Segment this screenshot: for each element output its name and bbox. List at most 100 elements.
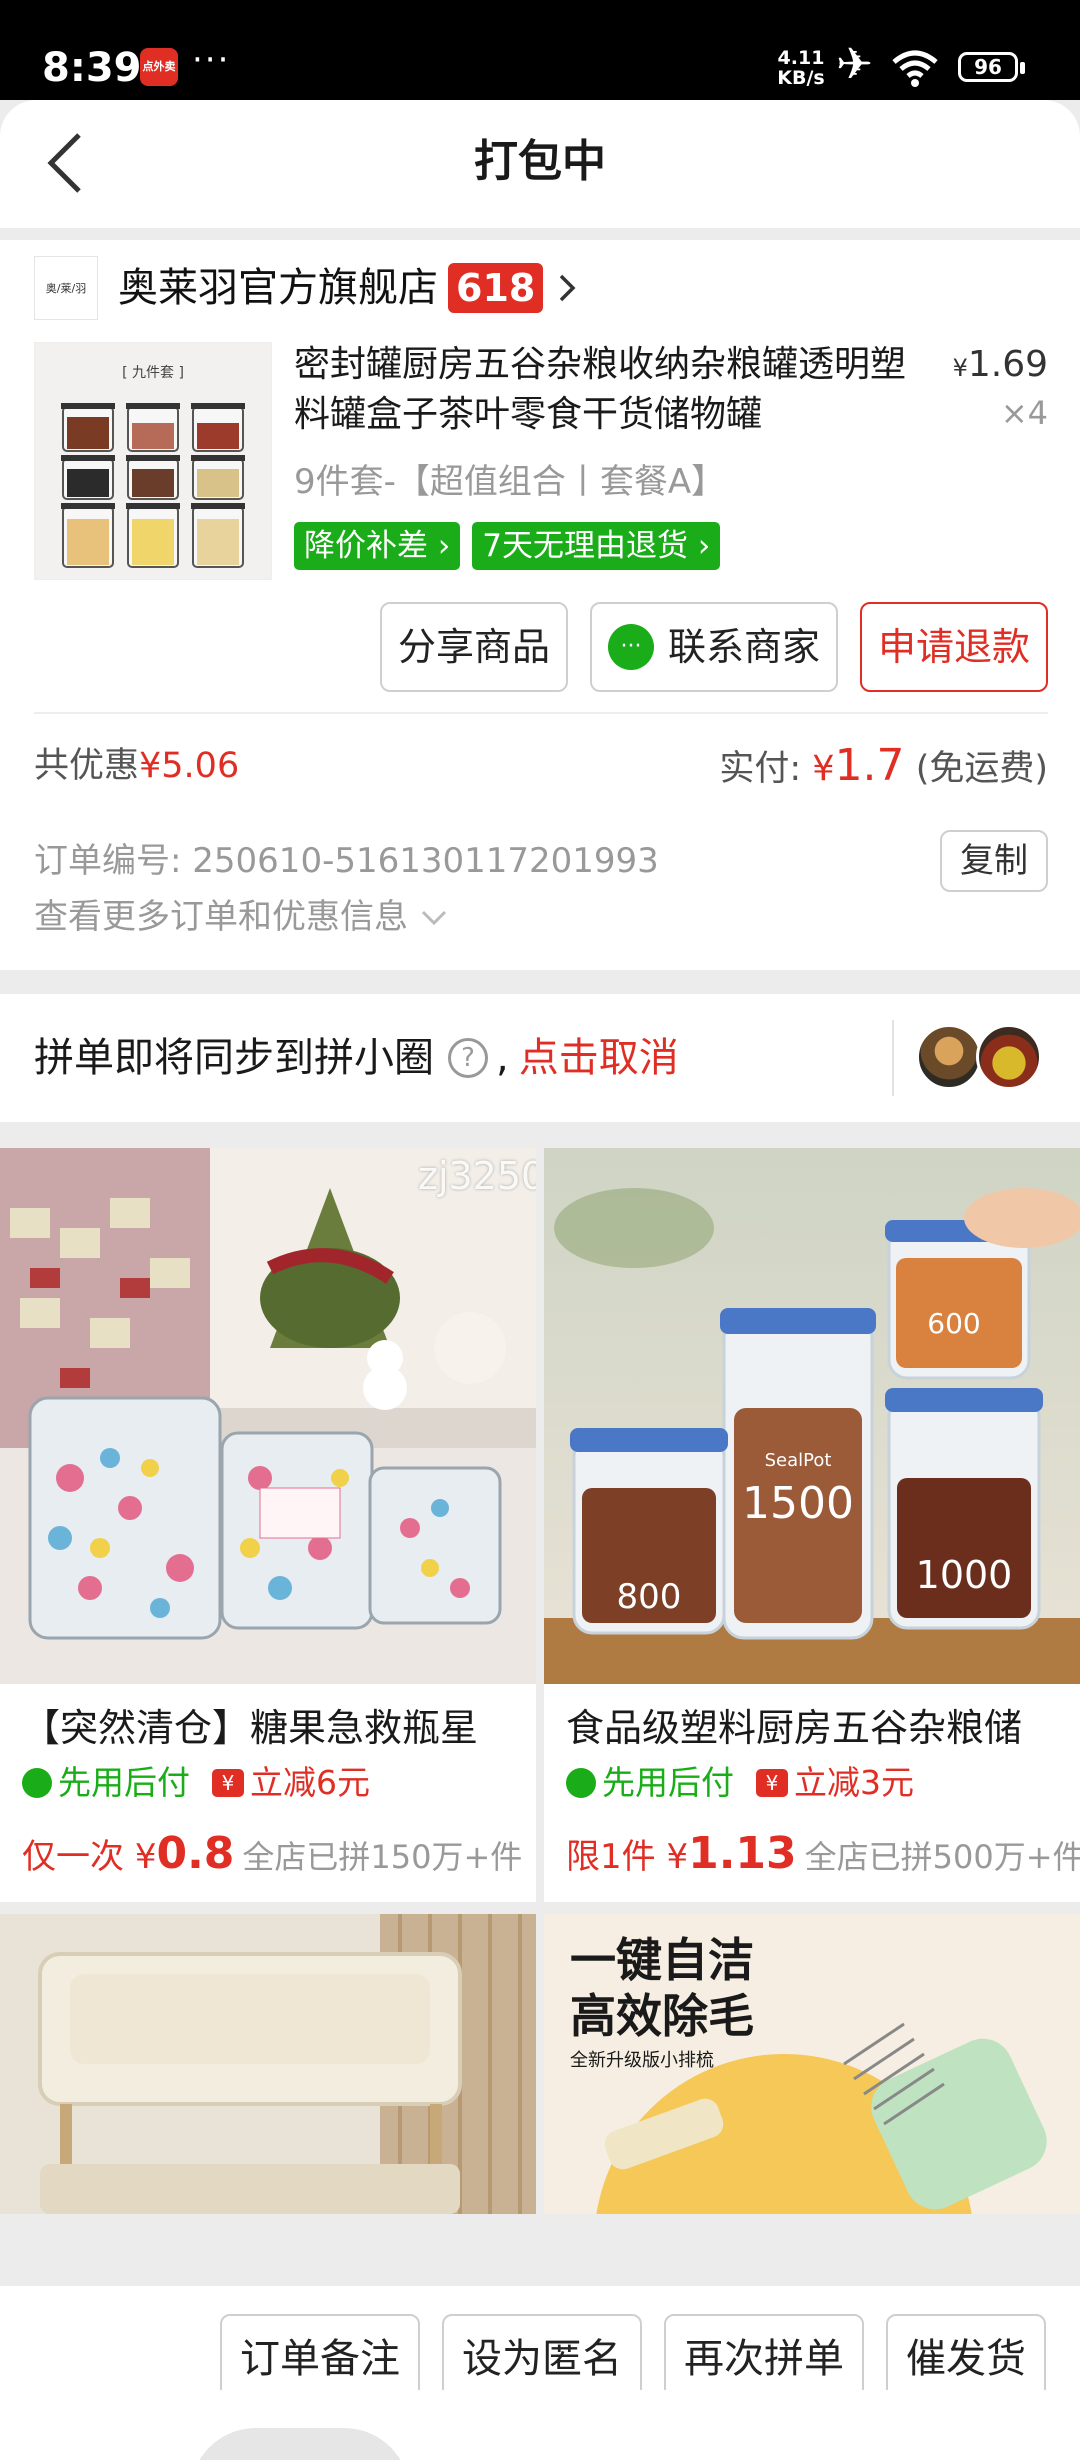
discount-tag-label: 立减3元 xyxy=(794,1763,914,1802)
status-time: 8:39 xyxy=(42,45,142,91)
share-product-button[interactable]: 分享商品 xyxy=(379,602,568,692)
sync-comma: , xyxy=(496,1035,509,1081)
chat-bubble-icon: ··· xyxy=(607,624,654,670)
product-name[interactable]: 密封罐厨房五谷杂粮收纳杂粮罐透明塑料罐盒子茶叶零食干货储物罐 xyxy=(294,340,924,440)
coupon-icon: ¥ xyxy=(212,1769,244,1797)
nav-highlight xyxy=(190,2428,410,2460)
battery-icon: 96 xyxy=(958,52,1025,82)
discount-tag: ¥ 立减3元 xyxy=(756,1760,914,1806)
avatar xyxy=(916,1024,982,1090)
status-bar: 8:39 点外卖 ··· 4.11 KB/s ✈ 96 xyxy=(0,0,1080,100)
discount-tag-label: 立减6元 xyxy=(250,1763,370,1802)
recommend-price: 限1件 ¥1.13 全店已拼500万+件 xyxy=(566,1824,1080,1887)
price-protection-badge[interactable]: 降价补差 › xyxy=(294,522,461,570)
network-speed: 4.11 KB/s xyxy=(776,48,826,88)
jar-brand: SealPot xyxy=(765,1450,832,1471)
pay-later-tag: 先用后付 xyxy=(22,1760,190,1806)
avatar xyxy=(976,1024,1042,1090)
help-icon[interactable]: ? xyxy=(448,1038,488,1078)
total-discount: 共优惠¥5.06 xyxy=(34,740,239,792)
sealpot-jars-illustration: 1500 800 1000 600 SealPot xyxy=(544,1148,1080,1684)
sold-count: 全店已拼150万+件 xyxy=(242,1838,523,1876)
pay-later-icon xyxy=(566,1768,596,1798)
pay-later-label: 先用后付 xyxy=(58,1763,190,1802)
recommend-product-image: 1500 800 1000 600 SealPot xyxy=(544,1148,1080,1684)
copy-button[interactable]: 复制 xyxy=(940,830,1048,892)
store-name: 奥莱羽官方旗舰店 xyxy=(118,265,438,311)
currency-symbol: ¥ xyxy=(134,1837,157,1877)
price-prefix: 限1件 xyxy=(566,1837,656,1877)
discount-tag: ¥ 立减6元 xyxy=(212,1760,370,1806)
pay-later-tag: 先用后付 xyxy=(566,1760,734,1806)
discount-label: 共优惠 xyxy=(34,746,140,786)
chevron-right-icon xyxy=(560,274,576,302)
paid-label: 实付: xyxy=(719,749,802,789)
product-quantity: ×4 xyxy=(1000,394,1048,432)
app-notification-icon: 点外卖 xyxy=(140,48,178,86)
contact-merchant-label: 联系商家 xyxy=(667,625,820,669)
jar-label-1500: 1500 xyxy=(742,1478,854,1529)
paid-value: 1.7 xyxy=(834,740,905,791)
recommend-title: 【突然清仓】糖果急救瓶星 xyxy=(22,1706,479,1750)
ad-headline-2: 高效除毛 xyxy=(570,1989,754,2043)
price-value: 1.13 xyxy=(688,1828,797,1879)
recommend-price: 仅一次 ¥0.8 全店已拼150万+件 xyxy=(22,1824,522,1887)
currency-symbol: ¥ xyxy=(666,1837,689,1877)
group-avatars[interactable] xyxy=(916,1024,1042,1090)
free-return-label: 7天无理由退货 xyxy=(482,528,688,564)
pet-comb-ad-illustration: 一键自洁 高效除毛 全新升级版小排梳 xyxy=(544,1914,1080,2434)
request-refund-button[interactable]: 申请退款 xyxy=(859,602,1048,692)
network-speed-value: 4.11 xyxy=(777,47,825,69)
product-price-value: 1.69 xyxy=(967,344,1048,385)
product-spec: 9件套-【超值组合丨套餐A】 xyxy=(294,462,726,502)
product-price: ¥1.69 xyxy=(953,344,1048,385)
recommend-card[interactable]: zj325003 【突然清仓】糖果急救瓶星 先用后付 ¥立减6元 仅一次 ¥0.… xyxy=(0,1148,536,1902)
product-image-label: [ 九件套 ] xyxy=(122,365,184,381)
recommend-product-image: zj325003 xyxy=(0,1148,536,1684)
recommend-card[interactable] xyxy=(0,1914,536,2214)
order-detail-sheet: 打包中 奥/莱/羽 奥莱羽官方旗舰店 618 [ 九件套 ] 密封罐厨房五谷杂粮… xyxy=(0,100,1080,2460)
store-link[interactable]: 奥/莱/羽 奥莱羽官方旗舰店 618 xyxy=(34,256,581,320)
airplane-mode-icon: ✈ xyxy=(836,39,873,90)
jar-label-1000: 1000 xyxy=(916,1553,1013,1597)
recommend-title: 食品级塑料厨房五谷杂粮储 xyxy=(566,1706,1023,1750)
divider xyxy=(892,1020,894,1096)
shipping-note: (免运费) xyxy=(915,749,1048,789)
recommend-tags: 先用后付 ¥ 立减3元 xyxy=(566,1760,914,1806)
jar-label-800: 800 xyxy=(617,1577,682,1617)
more-order-info-label: 查看更多订单和优惠信息 xyxy=(34,897,408,937)
coupon-icon: ¥ xyxy=(756,1769,788,1797)
discount-value: ¥5.06 xyxy=(139,746,240,786)
network-speed-unit: KB/s xyxy=(777,67,825,89)
amount-paid: 实付: ¥1.7 (免运费) xyxy=(719,740,1048,795)
sold-count: 全店已拼500万+件 xyxy=(804,1838,1080,1876)
order-number: 订单编号: 250610-516130117201993 xyxy=(34,836,659,886)
navigation-bar: 打包中 xyxy=(0,100,1080,228)
currency-symbol: ¥ xyxy=(952,354,968,382)
recommend-card[interactable]: 1500 800 1000 600 SealPot 食品级塑料厨房五谷杂粮储 先… xyxy=(544,1148,1080,1902)
system-navigation-bar xyxy=(0,2390,1080,2460)
price-protection-label: 降价补差 xyxy=(304,528,428,564)
promo-618-badge: 618 xyxy=(448,263,544,313)
order-number-label: 订单编号: xyxy=(34,841,182,881)
free-return-badge[interactable]: 7天无理由退货 › xyxy=(472,522,721,570)
product-image[interactable]: [ 九件套 ] xyxy=(34,342,272,580)
price-value: 0.8 xyxy=(156,1828,235,1879)
chevron-down-icon xyxy=(421,910,446,926)
order-card: 奥/莱/羽 奥莱羽官方旗舰店 618 [ 九件套 ] 密封罐厨房五谷杂粮收纳杂粮… xyxy=(0,240,1080,970)
sync-text: 拼单即将同步到拼小圈 xyxy=(34,1035,434,1081)
ad-subline: 全新升级版小排梳 xyxy=(570,2050,714,2071)
sync-message: 拼单即将同步到拼小圈 ? , 点击取消 xyxy=(34,1028,679,1088)
cancel-sync-link[interactable]: 点击取消 xyxy=(519,1028,679,1088)
wifi-icon xyxy=(892,50,938,87)
order-actions: 分享商品 ··· 联系商家 申请退款 xyxy=(379,602,1048,692)
order-number-value: 250610-516130117201993 xyxy=(192,841,659,881)
store-logo: 奥/莱/羽 xyxy=(34,256,98,320)
paid-amount: ¥1.7 xyxy=(812,740,904,791)
more-order-info-link[interactable]: 查看更多订单和优惠信息 xyxy=(34,892,449,942)
recommend-tags: 先用后付 ¥ 立减6元 xyxy=(22,1760,370,1806)
contact-merchant-button[interactable]: ··· 联系商家 xyxy=(589,602,838,692)
recommend-card[interactable]: 一键自洁 高效除毛 全新升级版小排梳 xyxy=(544,1914,1080,2434)
more-notifications-icon: ··· xyxy=(192,40,231,80)
page-title: 打包中 xyxy=(474,136,606,187)
